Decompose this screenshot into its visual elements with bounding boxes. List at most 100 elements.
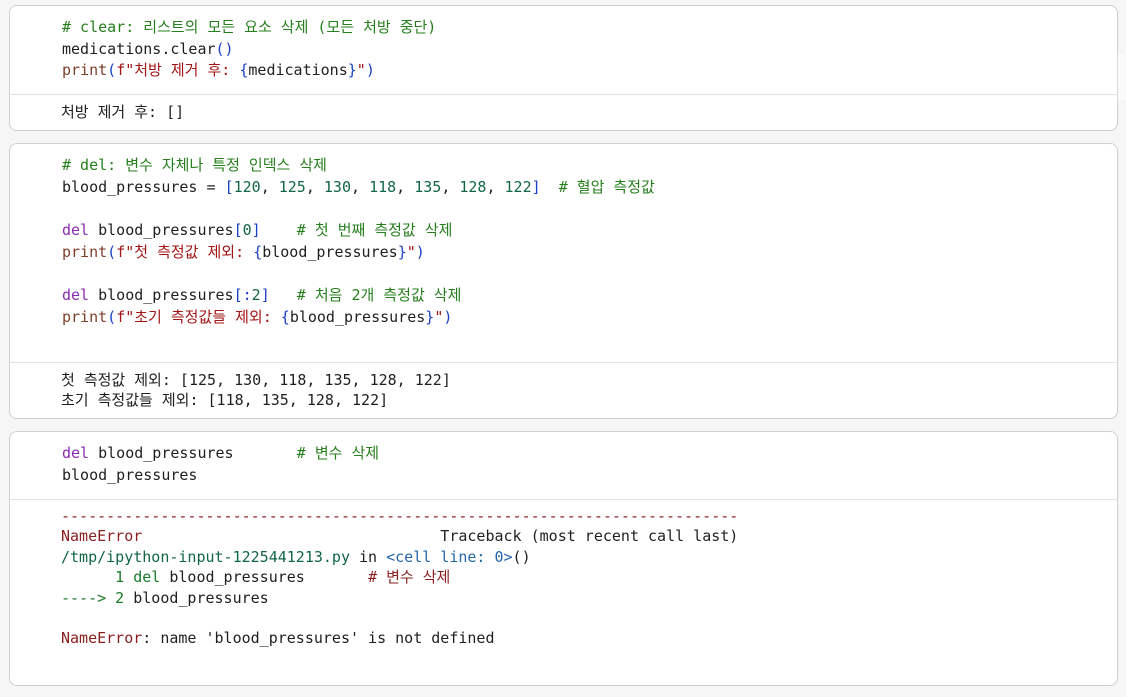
code-token: ( [107, 61, 117, 80]
output-line: /tmp/ipython-input-1225441213.py in <cel… [61, 547, 1117, 567]
code-token: () [215, 39, 234, 58]
code-token: del [62, 286, 90, 305]
code-token: # 첫 번째 측정값 삭제 [260, 221, 453, 240]
code-token: blood_pressures [89, 444, 234, 462]
code-token: 135 [414, 177, 442, 196]
code-token: 1 [61, 568, 134, 587]
code-token: in [349, 547, 387, 566]
code-token: , [486, 177, 505, 196]
code-line: medications.clear() [62, 39, 1117, 61]
output-line: NameError Traceback (most recent call la… [61, 526, 1117, 546]
code-token: print [62, 61, 108, 80]
code-line: del blood_pressures[:2] # 처음 2개 측정값 삭제 [62, 285, 1117, 307]
code-token: print [62, 242, 108, 261]
code-token: ----> 2 [61, 588, 134, 607]
code-line: # clear: 리스트의 모든 요소 삭제 (모든 처방 중단) [62, 17, 1117, 39]
code-token: blood_pressures [160, 568, 369, 587]
output-line: ----> 2 blood_pressures [61, 588, 1117, 608]
output-line: 초기 측정값들 제외: [118, 135, 128, 122] [61, 390, 1117, 410]
code-token: ] [531, 177, 541, 196]
code-token: medications [248, 61, 348, 80]
code-token: f"초기 측정값들 제외: [116, 307, 281, 326]
code-token: , [351, 177, 370, 196]
code-token: blood_pressures [133, 588, 269, 607]
code-line: print(f"첫 측정값 제외: {blood_pressures}") [62, 242, 1117, 264]
code-token: [ [233, 221, 243, 240]
code-token: 처방 제거 후: [] [61, 103, 185, 121]
code-token: NameError [61, 629, 143, 648]
code-token: NameError [61, 527, 143, 546]
output-line: 첫 측정값 제외: [125, 130, 118, 135, 128, 122] [61, 370, 1117, 390]
code-token: () [512, 547, 531, 566]
code-token: " [434, 307, 444, 326]
code-token: ) [365, 61, 375, 80]
code-token: blood_pressures [262, 242, 398, 261]
code-token: 2 [251, 286, 261, 305]
code-token: Traceback (most recent call last) [142, 527, 739, 546]
code-cell-1[interactable]: # clear: 리스트의 모든 요소 삭제 (모든 처방 중단) medicat… [9, 5, 1118, 131]
code-cell-2[interactable]: # del: 변수 자체나 특정 인덱스 삭제 blood_pressures =… [9, 143, 1118, 419]
code-line: del blood_pressures # 변수 삭제 [62, 443, 1117, 465]
code-token: 128 [459, 177, 487, 196]
code-token: # clear: 리스트의 모든 요소 삭제 (모든 처방 중단) [62, 18, 437, 36]
code-token: ] [260, 286, 270, 305]
code-token: } [425, 307, 435, 326]
output-line: 1 del blood_pressures # 변수 삭제 [61, 567, 1117, 587]
code-token: } [397, 242, 407, 261]
code-token: ( [107, 242, 117, 261]
code-token: 120 [233, 177, 261, 196]
code-token: 초기 측정값들 제외: [118, 135, 128, 122] [61, 391, 389, 410]
code-token: blood_pressures [89, 286, 234, 305]
code-token: # 혈압 측정값 [540, 177, 655, 196]
code-token: [: [233, 286, 252, 305]
code-token: del [133, 568, 161, 587]
code-token: : name 'blood_pressures' is not defined [142, 629, 495, 648]
code-token: [ [224, 177, 234, 196]
code-token: f"처방 제거 후: [116, 61, 240, 80]
code-line: # del: 변수 자체나 특정 인덱스 삭제 [62, 155, 1117, 177]
code-token: , [396, 177, 415, 196]
code-token: ----------------------------------------… [61, 507, 739, 525]
code-token: " [356, 61, 366, 80]
code-token: ) [415, 242, 425, 261]
code-token: # 변수 삭제 [368, 568, 451, 587]
code-token: { [253, 242, 263, 261]
code-token: blood_pressures [89, 221, 234, 240]
code-editor-1[interactable]: # clear: 리스트의 모든 요소 삭제 (모든 처방 중단) medicat… [10, 6, 1117, 94]
code-token: # del: 변수 자체나 특정 인덱스 삭제 [62, 156, 327, 174]
code-token: 130 [323, 177, 351, 196]
code-token: " [406, 242, 416, 261]
scrollbar-handle[interactable] [1117, 54, 1126, 100]
output-line: 처방 제거 후: [] [61, 102, 1117, 122]
code-line: print(f"초기 측정값들 제외: {blood_pressures}") [62, 307, 1117, 329]
output-line: ----------------------------------------… [61, 506, 1117, 526]
code-token: # 변수 삭제 [233, 444, 380, 462]
code-line: blood_pressures = [120, 125, 130, 118, 1… [62, 177, 1117, 199]
code-token: , [305, 177, 324, 196]
code-token: 125 [278, 177, 306, 196]
code-token: del [62, 444, 90, 462]
code-token: blood_pressures [289, 307, 426, 326]
code-token: ) [443, 307, 453, 326]
code-editor-2[interactable]: # del: 변수 자체나 특정 인덱스 삭제 blood_pressures =… [10, 144, 1117, 362]
code-token: ] [251, 221, 261, 240]
code-token: , [260, 177, 279, 196]
code-token: 첫 측정값 제외: [125, 130, 118, 135, 128, 122] [61, 371, 451, 389]
cell-output-1: 처방 제거 후: [] [10, 94, 1117, 122]
code-token: { [280, 307, 290, 326]
code-editor-3[interactable]: del blood_pressures # 변수 삭제 blood_pressur… [10, 432, 1117, 499]
code-token: 122 [504, 177, 532, 196]
cell-output-2: 첫 측정값 제외: [125, 130, 118, 135, 128, 122]… [10, 362, 1117, 411]
code-token: 118 [369, 177, 397, 196]
code-token: print [62, 307, 108, 326]
code-cell-3[interactable]: del blood_pressures # 변수 삭제 blood_pressur… [9, 431, 1118, 686]
code-token: 0 [242, 221, 252, 240]
cell-output-3: ----------------------------------------… [10, 499, 1117, 649]
code-token: , [441, 177, 460, 196]
code-line: del blood_pressures[0] # 첫 번째 측정값 삭제 [62, 220, 1117, 242]
code-line: blood_pressures [62, 465, 1117, 487]
output-line: NameError: name 'blood_pressures' is not… [61, 628, 1117, 648]
